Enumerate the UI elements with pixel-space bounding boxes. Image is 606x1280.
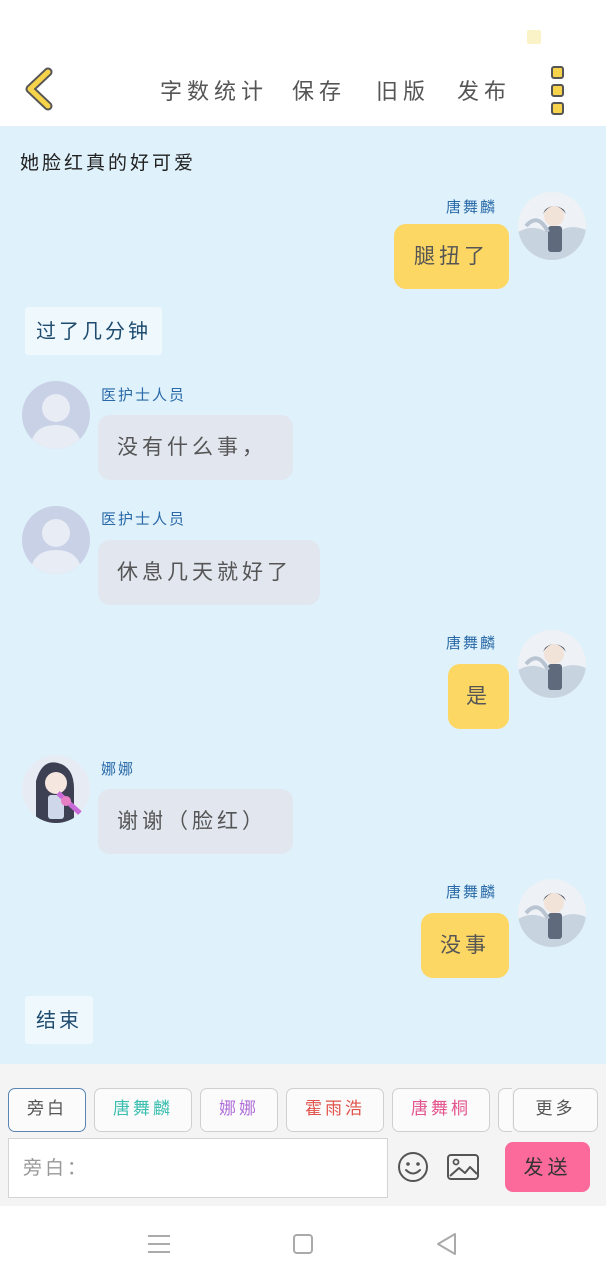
more-roles-button[interactable]: 更多 bbox=[513, 1088, 598, 1132]
avatar[interactable] bbox=[22, 506, 90, 574]
status-indicator bbox=[527, 30, 541, 44]
avatar[interactable] bbox=[518, 879, 586, 947]
character-avatar-icon bbox=[22, 755, 90, 823]
message-input[interactable] bbox=[8, 1138, 388, 1198]
chat-area[interactable]: 她脸红真的好可爱 唐舞麟 腿扭了 过了几分钟 医护士人员 没有什么事， 医护士人… bbox=[0, 126, 606, 1064]
message-bubble-self[interactable]: 是 bbox=[448, 664, 509, 729]
send-button[interactable]: 发送 bbox=[505, 1142, 590, 1192]
nav-menu-button[interactable] bbox=[145, 1230, 173, 1258]
role-chip-huoyuhao[interactable]: 霍雨浩 bbox=[286, 1088, 384, 1132]
aside-bubble[interactable]: 过了几分钟 bbox=[25, 307, 162, 355]
default-user-icon bbox=[22, 381, 90, 449]
emoji-button[interactable] bbox=[396, 1150, 430, 1184]
sender-name: 唐舞麟 bbox=[446, 198, 498, 216]
sender-name: 娜娜 bbox=[101, 760, 136, 778]
back-button[interactable] bbox=[18, 66, 62, 112]
character-avatar-icon bbox=[518, 630, 586, 698]
aside-bubble[interactable]: 结束 bbox=[25, 996, 93, 1044]
more-menu-button[interactable] bbox=[545, 66, 571, 116]
avatar[interactable] bbox=[518, 192, 586, 260]
sender-name: 医护士人员 bbox=[101, 510, 187, 528]
composer-panel: 旁白 唐舞麟 娜娜 霍雨浩 唐舞桐 更多 发送 bbox=[0, 1064, 606, 1206]
system-navbar bbox=[0, 1206, 606, 1280]
sender-name: 医护士人员 bbox=[101, 386, 187, 404]
role-chip-narrator[interactable]: 旁白 bbox=[8, 1088, 86, 1132]
publish-button[interactable]: 发布 bbox=[457, 74, 511, 106]
message-bubble-self[interactable]: 腿扭了 bbox=[394, 224, 509, 289]
nav-back-button[interactable] bbox=[433, 1230, 461, 1258]
message-bubble-other[interactable]: 谢谢（脸红） bbox=[98, 789, 293, 854]
narration-text: 她脸红真的好可爱 bbox=[20, 152, 197, 174]
message-bubble-other[interactable]: 休息几天就好了 bbox=[98, 540, 320, 605]
role-chip-tangwutong[interactable]: 唐舞桐 bbox=[392, 1088, 490, 1132]
chevron-left-icon bbox=[25, 67, 53, 111]
role-chip-tangwulin[interactable]: 唐舞麟 bbox=[94, 1088, 192, 1132]
sender-name: 唐舞麟 bbox=[446, 883, 498, 901]
character-avatar-icon bbox=[518, 192, 586, 260]
image-icon bbox=[447, 1154, 479, 1180]
role-chip-partial[interactable] bbox=[498, 1088, 512, 1132]
app-root: 字数统计 保存 旧版 发布 她脸红真的好可爱 唐舞麟 腿扭了 过了几分钟 医护士… bbox=[0, 0, 606, 1280]
image-button[interactable] bbox=[446, 1150, 480, 1184]
avatar[interactable] bbox=[22, 755, 90, 823]
home-square-icon bbox=[293, 1234, 313, 1254]
message-bubble-self[interactable]: 没事 bbox=[421, 913, 509, 978]
avatar[interactable] bbox=[22, 381, 90, 449]
word-count-button[interactable]: 字数统计 bbox=[160, 74, 268, 106]
emoji-icon bbox=[398, 1152, 428, 1182]
role-chip-nana[interactable]: 娜娜 bbox=[200, 1088, 278, 1132]
menu-icon bbox=[148, 1235, 170, 1253]
back-triangle-icon bbox=[437, 1233, 456, 1255]
sender-name: 唐舞麟 bbox=[446, 634, 498, 652]
character-avatar-icon bbox=[518, 879, 586, 947]
old-version-button[interactable]: 旧版 bbox=[376, 74, 430, 106]
default-user-icon bbox=[22, 506, 90, 574]
message-bubble-other[interactable]: 没有什么事， bbox=[98, 415, 293, 480]
top-toolbar: 字数统计 保存 旧版 发布 bbox=[0, 56, 606, 126]
avatar[interactable] bbox=[518, 630, 586, 698]
save-button[interactable]: 保存 bbox=[292, 74, 346, 106]
nav-home-button[interactable] bbox=[289, 1230, 317, 1258]
